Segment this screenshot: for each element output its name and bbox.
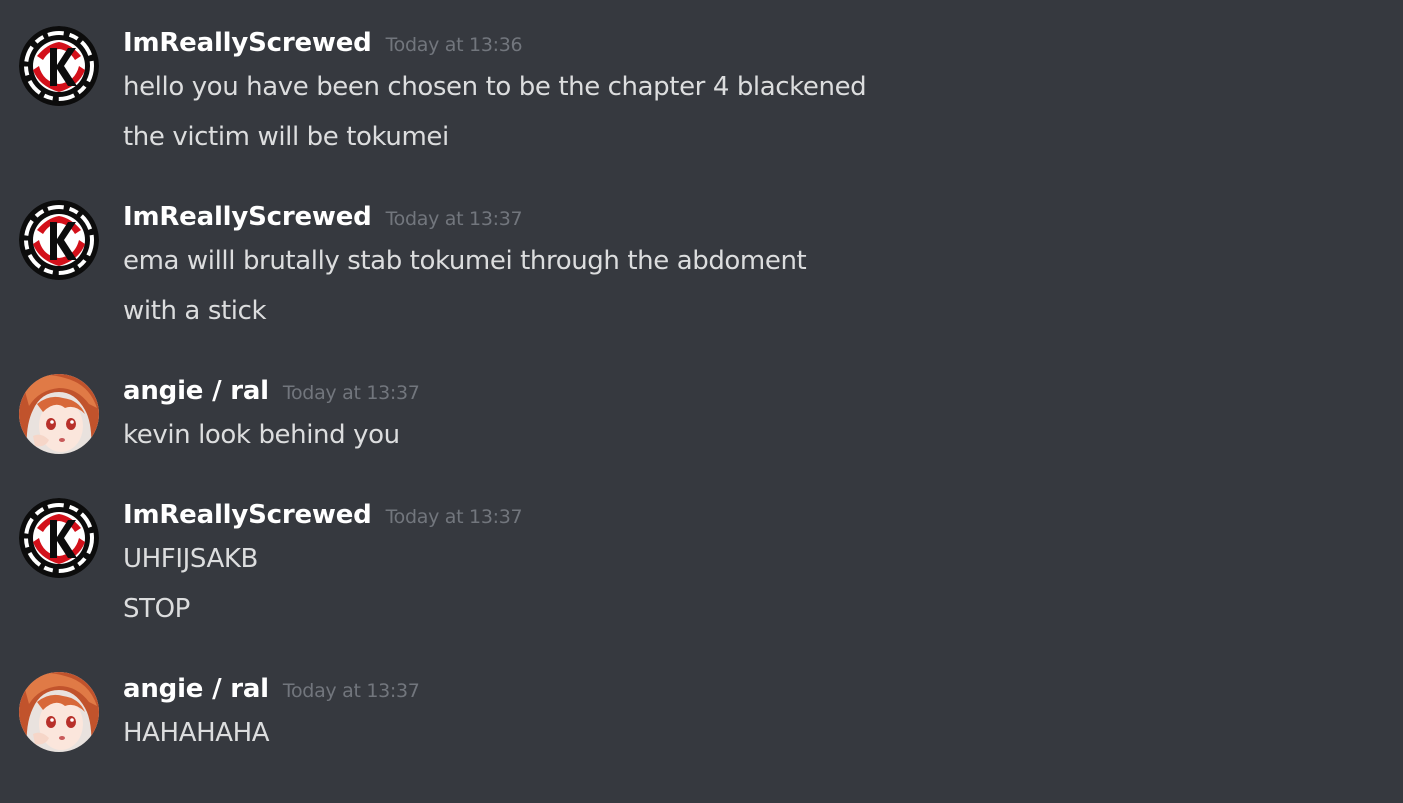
username[interactable]: ImReallyScrewed — [123, 500, 372, 530]
message-header: angie / ral Today at 13:37 — [123, 674, 420, 714]
message-text: the victim will be tokumei — [123, 122, 449, 152]
kaito-emblem-icon — [19, 26, 99, 106]
anime-girl-avatar[interactable] — [19, 672, 99, 752]
kaito-emblem-icon — [19, 498, 99, 578]
message-text: UHFIJSAKB — [123, 544, 258, 574]
message-header: ImReallyScrewed Today at 13:37 — [123, 202, 523, 242]
message-header: ImReallyScrewed Today at 13:37 — [123, 500, 523, 540]
chat-message-list: ImReallyScrewed Today at 13:36 hello you … — [0, 0, 1403, 803]
timestamp[interactable]: Today at 13:37 — [283, 382, 420, 404]
message-text: kevin look behind you — [123, 420, 400, 450]
username[interactable]: ImReallyScrewed — [123, 28, 372, 58]
timestamp[interactable]: Today at 13:37 — [386, 208, 523, 230]
timestamp[interactable]: Today at 13:37 — [283, 680, 420, 702]
kaito-emblem-icon — [19, 200, 99, 280]
message-header: ImReallyScrewed Today at 13:36 — [123, 28, 523, 68]
message-text: STOP — [123, 594, 190, 624]
username[interactable]: ImReallyScrewed — [123, 202, 372, 232]
anime-girl-icon — [19, 672, 99, 752]
kaito-emblem-avatar[interactable] — [19, 200, 99, 280]
anime-girl-icon — [19, 374, 99, 454]
timestamp[interactable]: Today at 13:37 — [386, 506, 523, 528]
message-text: with a stick — [123, 296, 267, 326]
message-text: HAHAHAHA — [123, 718, 270, 748]
message-header: angie / ral Today at 13:37 — [123, 376, 420, 416]
anime-girl-avatar[interactable] — [19, 374, 99, 454]
timestamp[interactable]: Today at 13:36 — [386, 34, 523, 56]
message-text: ema willl brutally stab tokumei through … — [123, 246, 807, 276]
username[interactable]: angie / ral — [123, 674, 269, 704]
message-text: hello you have been chosen to be the cha… — [123, 72, 867, 102]
kaito-emblem-avatar[interactable] — [19, 26, 99, 106]
username[interactable]: angie / ral — [123, 376, 269, 406]
kaito-emblem-avatar[interactable] — [19, 498, 99, 578]
